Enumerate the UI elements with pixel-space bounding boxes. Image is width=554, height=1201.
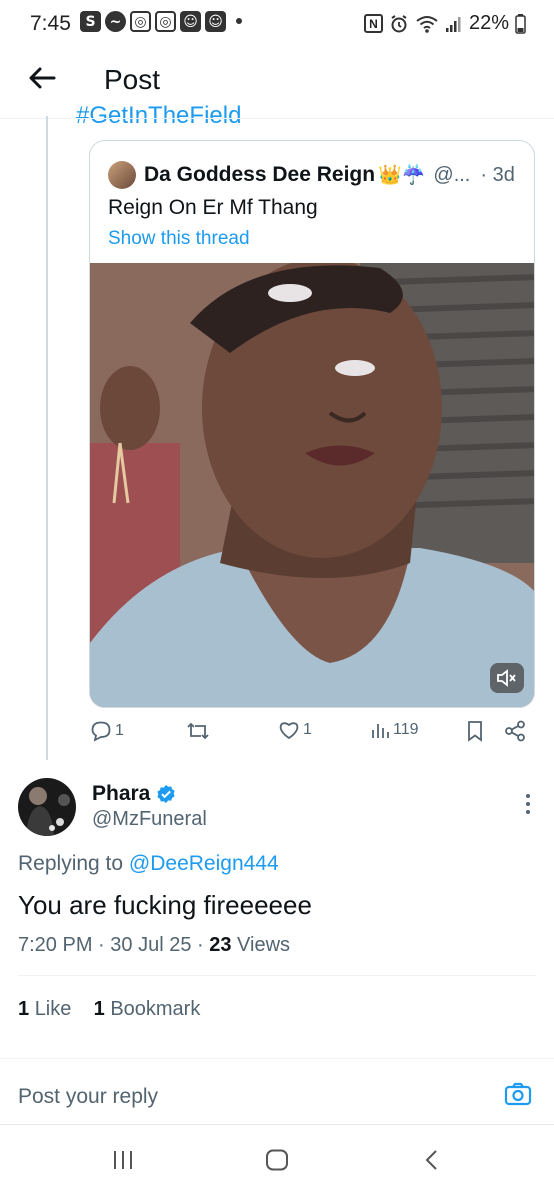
reply-composer[interactable]: Post your reply <box>0 1058 554 1123</box>
replying-to-prefix: Replying to <box>18 852 129 875</box>
engagement-stats: 1 Like 1 Bookmark <box>18 998 200 1021</box>
replying-to-line: Replying to @DeeReign444 <box>18 852 279 876</box>
bookmarks-stat[interactable]: 1 Bookmark <box>94 998 201 1020</box>
instagram-icon: ◎ <box>130 11 151 32</box>
quoted-author-name[interactable]: Da Goddess Dee Reign <box>144 163 375 187</box>
bookmark-action[interactable] <box>466 720 484 742</box>
page-title: Post <box>104 64 161 95</box>
reply-views-label[interactable]: Views <box>237 934 290 956</box>
s-app-icon: S <box>80 11 101 32</box>
nfc-icon: N <box>363 14 383 33</box>
reply-author-handle[interactable]: @MzFuneral <box>92 808 207 831</box>
more-notifications-dot <box>236 18 242 24</box>
likes-stat-label: Like <box>34 998 72 1020</box>
reply-time: 7:20 PM <box>18 934 93 956</box>
video-frame-image <box>90 263 534 707</box>
like-count: 1 <box>303 721 312 738</box>
video-thumbnail[interactable] <box>90 263 534 707</box>
quoted-post-card[interactable]: Da Goddess Dee Reign 👑☔ @... · 3d Reign … <box>89 140 535 708</box>
quoted-author-avatar[interactable] <box>108 161 136 189</box>
reply-action[interactable]: 1 <box>90 720 124 742</box>
quoted-author-handle[interactable]: @... <box>433 164 470 187</box>
reply-date: 30 Jul 25 <box>110 934 192 956</box>
header-divider <box>0 118 554 119</box>
back-nav-icon[interactable] <box>424 1149 440 1171</box>
wifi-icon <box>416 15 438 33</box>
battery-percent: 22% <box>468 12 509 34</box>
views-count: 119 <box>393 721 419 738</box>
divider <box>18 975 536 976</box>
reply-author-name-row: Phara <box>92 782 176 806</box>
reply-author-avatar[interactable] <box>18 778 76 836</box>
share-action[interactable] <box>504 720 526 742</box>
views-action[interactable]: 119 <box>370 720 419 740</box>
reply-bubble-icon <box>91 721 111 742</box>
repost-icon <box>187 722 209 740</box>
quoted-post-time: · 3d <box>480 163 515 186</box>
reply-meta: 7:20 PM · 30 Jul 25 · 23 Views <box>18 934 291 956</box>
reply-author-name[interactable]: Phara <box>92 782 150 806</box>
bookmarks-stat-label: Bookmark <box>110 998 201 1020</box>
share-icon <box>505 720 525 742</box>
quoted-post-text: Reign On Er Mf Thang <box>108 196 318 219</box>
likes-stat-count: 1 <box>18 998 30 1020</box>
back-arrow-icon[interactable] <box>24 60 60 96</box>
signal-icon <box>445 16 461 32</box>
app-icon: ☺ <box>180 11 201 32</box>
show-thread-link[interactable]: Show this thread <box>108 228 250 250</box>
battery-icon <box>515 13 526 34</box>
avatar-image <box>18 778 76 836</box>
bookmark-icon <box>468 721 482 742</box>
alarm-icon <box>391 14 407 32</box>
post-action-bar: 1 1 119 <box>90 720 536 752</box>
quoted-post-header: Da Goddess Dee Reign 👑☔ @... · 3d <box>108 159 528 191</box>
home-icon[interactable] <box>265 1149 289 1171</box>
hashtag-link-partial[interactable]: #GetInTheField <box>76 104 241 124</box>
reply-views-count: 23 <box>209 934 232 956</box>
status-time: 7:45 <box>30 12 71 35</box>
repost-action[interactable] <box>186 720 213 742</box>
instagram-icon: ◎ <box>155 11 176 32</box>
thread-connector-line <box>46 116 48 760</box>
reply-text: You are fucking fireeeeee <box>18 890 312 920</box>
speaker-muted-icon <box>497 669 516 687</box>
views-bar-chart-icon <box>372 724 389 738</box>
more-options-icon[interactable] <box>524 792 532 816</box>
reply-input-placeholder[interactable]: Post your reply <box>18 1085 158 1109</box>
replying-to-handle-link[interactable]: @DeeReign444 <box>129 852 279 875</box>
camera-icon[interactable] <box>504 1081 532 1107</box>
messenger-icon: ~ <box>105 11 126 32</box>
recent-apps-icon[interactable] <box>112 1149 134 1171</box>
verified-badge-icon <box>157 785 175 803</box>
like-action[interactable]: 1 <box>278 720 312 740</box>
crown-umbrella-emoji: 👑☔ <box>378 165 426 186</box>
reply-count: 1 <box>115 722 124 739</box>
app-icon: ☺ <box>205 11 226 32</box>
status-bar: 7:45 S ~ ◎ ◎ ☺ ☺ N 22% <box>0 0 554 50</box>
notification-icons: S ~ ◎ ◎ ☺ ☺ <box>80 11 242 32</box>
likes-stat[interactable]: 1 Like <box>18 998 71 1020</box>
bookmarks-stat-count: 1 <box>93 998 105 1020</box>
system-navigation-bar <box>0 1124 554 1201</box>
mute-toggle-button[interactable] <box>490 663 524 693</box>
heart-icon <box>279 722 299 740</box>
